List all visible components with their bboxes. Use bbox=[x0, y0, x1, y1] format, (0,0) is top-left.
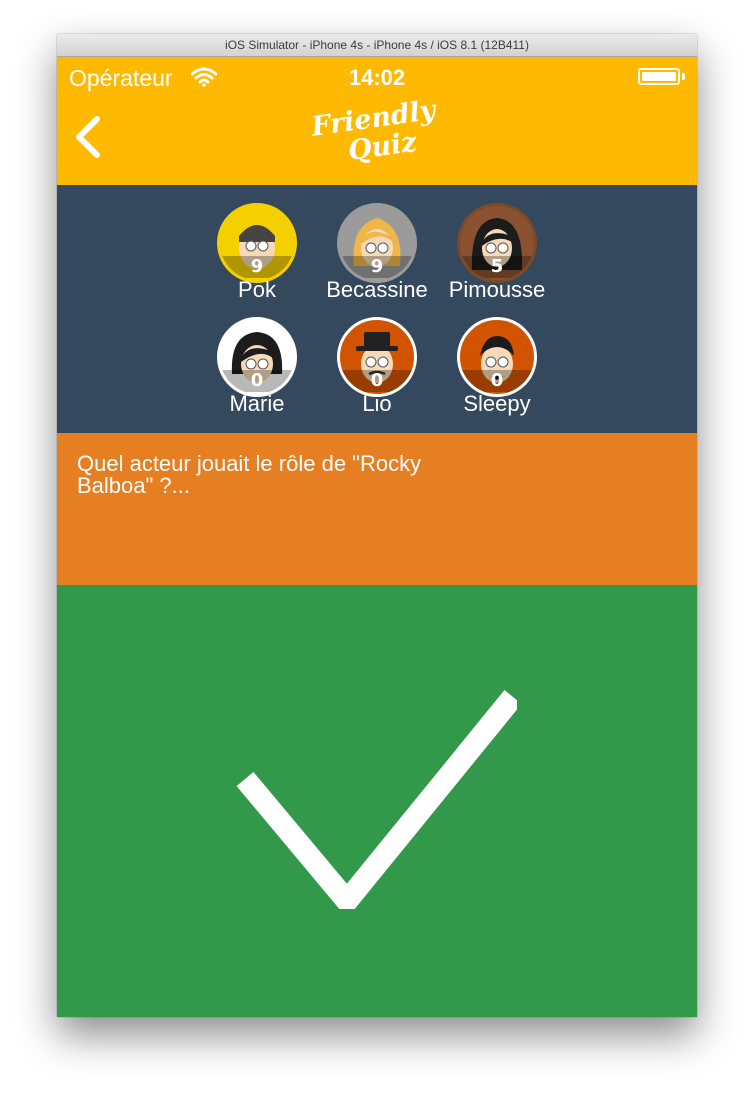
chevron-left-icon bbox=[76, 116, 100, 158]
question-text: Quel acteur jouait le rôle de "Rocky Bal… bbox=[77, 451, 422, 498]
question-panel: Quel acteur jouait le rôle de "Rocky Bal… bbox=[57, 433, 697, 585]
answer-result bbox=[57, 585, 697, 1017]
player-name: Pimousse bbox=[448, 277, 546, 302]
phone-screen: Opérateur 14:02 Friendly Quiz 9 Pok 9 Be… bbox=[57, 57, 697, 1017]
back-button[interactable] bbox=[71, 115, 103, 163]
player-name: Sleepy bbox=[463, 391, 531, 416]
player-name: Lio bbox=[362, 391, 392, 416]
player-score: 0 bbox=[460, 370, 534, 392]
player-name: Pok bbox=[238, 277, 276, 302]
avatar: 0 bbox=[217, 317, 297, 397]
checkmark-icon bbox=[237, 690, 517, 909]
simulator-window: iOS Simulator - iPhone 4s - iPhone 4s / … bbox=[57, 34, 697, 1017]
player-score: 0 bbox=[220, 370, 294, 392]
player-score: 0 bbox=[340, 370, 414, 392]
app-header: Opérateur 14:02 Friendly Quiz bbox=[57, 57, 697, 185]
player-score: 9 bbox=[220, 256, 294, 278]
player-name: Becassine bbox=[326, 277, 428, 302]
avatar: 5 bbox=[457, 203, 537, 283]
player-marie[interactable]: 0 Marie bbox=[197, 317, 317, 427]
avatar: 9 bbox=[337, 203, 417, 283]
player-score: 9 bbox=[340, 256, 414, 278]
window-title: iOS Simulator - iPhone 4s - iPhone 4s / … bbox=[57, 34, 697, 57]
player-lio[interactable]: 0 Lio bbox=[317, 317, 437, 427]
status-bar: Opérateur 14:02 bbox=[57, 57, 697, 97]
player-sleepy[interactable]: 0 Sleepy bbox=[437, 317, 557, 427]
avatar: 9 bbox=[217, 203, 297, 283]
app-logo: Friendly Quiz bbox=[292, 94, 462, 195]
player-pimousse[interactable]: 5 Pimousse bbox=[437, 203, 557, 313]
player-name: Marie bbox=[229, 391, 285, 416]
player-becassine[interactable]: 9 Becassine bbox=[317, 203, 437, 313]
battery-icon bbox=[638, 68, 680, 85]
avatar: 0 bbox=[337, 317, 417, 397]
avatar: 0 bbox=[457, 317, 537, 397]
status-time: 14:02 bbox=[348, 65, 406, 90]
battery-tip bbox=[682, 73, 685, 80]
player-pok[interactable]: 9 Pok bbox=[197, 203, 317, 313]
players-panel: 9 Pok 9 Becassine 5 Pimousse 0 Marie 0 L… bbox=[57, 185, 697, 433]
player-score: 5 bbox=[460, 256, 534, 278]
